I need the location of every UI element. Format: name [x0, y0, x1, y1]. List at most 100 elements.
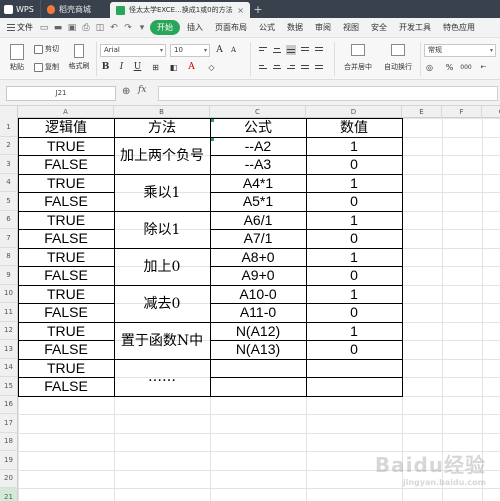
cell-logic-value[interactable]: FALSE [18, 340, 114, 359]
menu-insert[interactable]: 插入 [182, 20, 208, 35]
row-header-4[interactable]: 4 [0, 173, 18, 192]
print-icon[interactable]: ⎙ [80, 22, 92, 34]
cell-formula[interactable]: A7/1 [210, 229, 306, 248]
currency-icon[interactable]: ◎ [424, 62, 435, 73]
cell-result[interactable]: 0 [306, 155, 402, 174]
copy-button[interactable]: 复制 [34, 62, 59, 72]
tab-docer-store[interactable]: 稻壳商城 [40, 0, 110, 18]
print-preview-icon[interactable]: ◫ [94, 22, 106, 34]
menu-home[interactable]: 开始 [150, 20, 180, 35]
row-header-12[interactable]: 12 [0, 321, 18, 340]
tab-document[interactable]: 怪太太学EXCE...换成1或0的方法 × [110, 2, 250, 18]
row-header-9[interactable]: 9 [0, 266, 18, 285]
cell-formula[interactable]: A10-0 [210, 285, 306, 304]
cell-method[interactable]: 加上两个负号 [114, 137, 210, 174]
distributed-icon[interactable] [314, 63, 324, 73]
cell-logic-value[interactable]: TRUE [18, 248, 114, 267]
row-header-1[interactable]: 1 [0, 118, 18, 137]
cell-logic-value[interactable]: FALSE [18, 266, 114, 285]
cell-method[interactable]: 除以1 [114, 211, 210, 248]
row-header-17[interactable]: 17 [0, 414, 18, 433]
indent-icon[interactable] [314, 45, 324, 55]
menu-formulas[interactable]: 公式 [254, 20, 280, 35]
cell-formula[interactable] [210, 359, 306, 378]
menu-view[interactable]: 视图 [338, 20, 364, 35]
cell-formula[interactable]: N(A13) [210, 340, 306, 359]
format-painter-button[interactable]: 格式刷 [66, 42, 92, 76]
column-header-g[interactable]: G [482, 106, 500, 118]
cell-result[interactable]: 0 [306, 340, 402, 359]
cell-logic-value[interactable]: FALSE [18, 192, 114, 211]
header-value[interactable]: 数值 [306, 118, 402, 137]
merge-center-button[interactable]: 合并居中 [338, 42, 378, 72]
cell-result[interactable]: 0 [306, 303, 402, 322]
cell-result[interactable]: 0 [306, 266, 402, 285]
row-header-20[interactable]: 20 [0, 469, 18, 488]
font-color-button[interactable]: A [186, 62, 197, 73]
align-top-icon[interactable] [258, 45, 268, 55]
close-tab-icon[interactable]: × [237, 6, 244, 15]
cell-method[interactable]: 减去0 [114, 285, 210, 322]
cell-logic-value[interactable]: FALSE [18, 229, 114, 248]
decrease-font-icon[interactable]: A [228, 45, 239, 56]
cell-method[interactable]: 加上0 [114, 248, 210, 285]
paste-button[interactable]: 粘贴 [6, 42, 28, 76]
cell-result[interactable]: 0 [306, 229, 402, 248]
cell-formula[interactable]: A9+0 [210, 266, 306, 285]
cell-formula[interactable]: A4*1 [210, 174, 306, 193]
cell-method[interactable]: …… [114, 359, 210, 396]
cell-logic-value[interactable]: TRUE [18, 211, 114, 230]
wrap-text-button[interactable]: 自动换行 [380, 42, 416, 72]
menu-review[interactable]: 审阅 [310, 20, 336, 35]
undo-icon[interactable]: ↶ [108, 22, 120, 34]
row-header-18[interactable]: 18 [0, 432, 18, 451]
cell-result[interactable] [306, 359, 402, 378]
select-all-corner[interactable] [0, 106, 18, 118]
cell-formula[interactable]: A8+0 [210, 248, 306, 267]
number-format-select[interactable]: 常规 ▾ [424, 44, 496, 57]
italic-button[interactable]: I [116, 62, 127, 73]
increase-font-icon[interactable]: A [214, 45, 225, 56]
cell-logic-value[interactable]: TRUE [18, 285, 114, 304]
column-header-f[interactable]: F [442, 106, 482, 118]
cell-result[interactable]: 1 [306, 322, 402, 341]
align-right-icon[interactable] [286, 63, 296, 73]
save-icon[interactable]: ▣ [66, 22, 78, 34]
font-name-select[interactable]: Arial ▾ [100, 44, 166, 57]
row-header-10[interactable]: 10 [0, 284, 18, 303]
row-header-21[interactable]: 21 [0, 488, 18, 501]
align-center-icon[interactable] [272, 63, 282, 73]
cell-formula[interactable] [210, 377, 306, 396]
cut-button[interactable]: 剪切 [34, 44, 59, 54]
column-header-c[interactable]: C [210, 106, 306, 118]
cell-method[interactable]: 置于函数N中 [114, 322, 210, 359]
name-box[interactable]: J21 [6, 86, 116, 101]
formula-input[interactable] [158, 86, 498, 101]
cell-formula[interactable]: --A3 [210, 155, 306, 174]
new-file-icon[interactable]: ▭ [38, 22, 50, 34]
cell-logic-value[interactable]: TRUE [18, 137, 114, 156]
cell-method[interactable]: 乘以1 [114, 174, 210, 211]
column-header-b[interactable]: B [114, 106, 210, 118]
row-header-15[interactable]: 15 [0, 377, 18, 396]
underline-button[interactable]: U [132, 62, 143, 73]
cell-result[interactable]: 1 [306, 174, 402, 193]
cell-formula[interactable]: --A2 [210, 137, 306, 156]
percent-button[interactable]: % [444, 62, 455, 73]
row-header-14[interactable]: 14 [0, 358, 18, 377]
menu-page-layout[interactable]: 页面布局 [210, 20, 252, 35]
column-header-d[interactable]: D [306, 106, 402, 118]
orientation-icon[interactable] [300, 45, 310, 55]
column-header-a[interactable]: A [18, 106, 114, 118]
row-header-6[interactable]: 6 [0, 210, 18, 229]
header-formula[interactable]: 公式 [210, 118, 306, 137]
file-menu[interactable]: 文件 [4, 22, 36, 33]
zoom-icon[interactable]: ⊕ [122, 86, 130, 97]
align-bottom-icon[interactable] [286, 45, 296, 55]
bold-button[interactable]: B [100, 62, 111, 73]
header-logic-value[interactable]: 逻辑值 [18, 118, 114, 137]
new-tab-button[interactable]: + [250, 0, 266, 18]
row-header-16[interactable]: 16 [0, 395, 18, 414]
menu-security[interactable]: 安全 [366, 20, 392, 35]
increase-decimal-icon[interactable]: ⇤ [478, 62, 489, 73]
